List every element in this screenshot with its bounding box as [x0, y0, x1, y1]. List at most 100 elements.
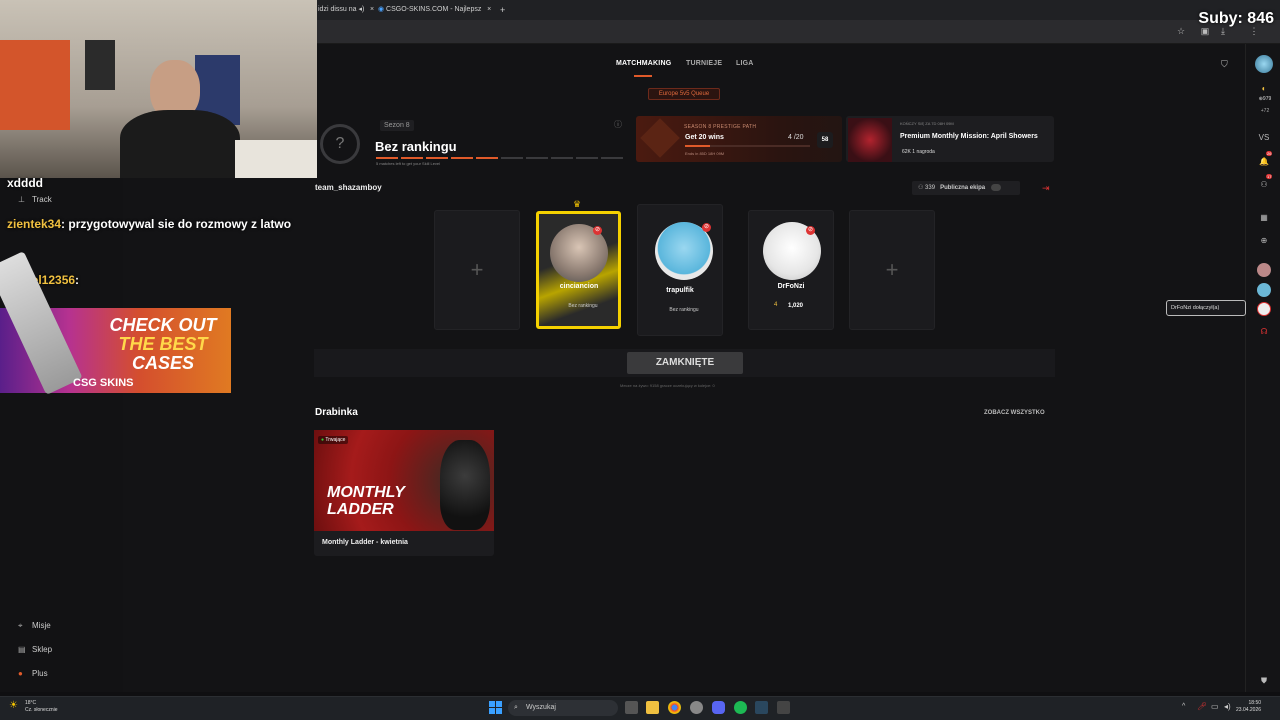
rank-progress-seg: [576, 157, 598, 159]
spotify-icon[interactable]: [734, 701, 747, 714]
friend-avatar[interactable]: [1257, 302, 1271, 316]
closed-button[interactable]: ZAMKNIĘTE: [627, 352, 743, 374]
network-icon[interactable]: ▭: [1211, 702, 1219, 711]
chrome-icon[interactable]: [668, 701, 681, 714]
shield-icon[interactable]: ⛉: [1221, 59, 1228, 70]
file-explorer-icon[interactable]: [646, 701, 659, 714]
app-icon[interactable]: [777, 701, 790, 714]
player-name: trapulfik: [666, 287, 694, 294]
sidebar-label: Sklep: [32, 645, 53, 654]
weather-text: Cz. słonecznie: [25, 707, 58, 713]
sidebar-label: Track: [32, 195, 52, 204]
live-badge: ● Trwające: [318, 436, 349, 444]
ladder-heading: Drabinka: [315, 407, 358, 418]
toggle-icon[interactable]: [990, 183, 1001, 191]
rank-progress-seg: [526, 157, 548, 159]
weather-icon: ☀: [9, 700, 18, 711]
faceit-icon: ⊘: [593, 226, 602, 235]
sidebar-item-track[interactable]: ⊥ Track: [18, 195, 52, 204]
nav-tournaments[interactable]: TURNIEJE: [686, 60, 722, 67]
rank-progress-seg: [501, 157, 523, 159]
close-icon[interactable]: ×: [483, 6, 491, 13]
bell-icon[interactable]: 🔔: [1256, 155, 1272, 169]
new-tab-icon[interactable]: +: [500, 2, 505, 18]
prestige-title: SEASON 8 PRESTIGE PATH: [684, 124, 757, 130]
player-rank: Bez rankingu: [568, 303, 598, 309]
info-icon[interactable]: ⓘ: [614, 119, 622, 130]
rank-progress-seg: [451, 157, 473, 159]
party-toggle[interactable]: ⚇ 339 Publiczna ekipa: [912, 181, 1020, 195]
faceit-icon: ⊘: [702, 223, 711, 232]
player-name: cinciancion: [559, 283, 599, 290]
logo-icon: ⛊: [1261, 676, 1267, 685]
app-icon[interactable]: [690, 701, 703, 714]
friend-avatar[interactable]: [1257, 263, 1271, 277]
rank-progress-seg: [601, 157, 623, 159]
rank-title: Bez rankingu: [375, 139, 457, 154]
live-label: Trwające: [325, 437, 346, 443]
prestige-level-badge: 58: [817, 132, 833, 148]
sidebar-item-missions[interactable]: ⌖ Misje: [18, 621, 51, 631]
exit-icon[interactable]: ⇥: [1042, 183, 1050, 194]
queue-badge[interactable]: Europe 5v5 Queue: [648, 88, 720, 100]
star-icon[interactable]: ☆: [1175, 25, 1187, 37]
taskbar-search[interactable]: ⌕ Wyszukaj: [508, 700, 618, 716]
steam-icon[interactable]: [755, 701, 768, 714]
sidebar-label: Plus: [32, 669, 48, 678]
vs-icon[interactable]: VS: [1256, 131, 1272, 145]
balance-change: +72: [1260, 108, 1270, 114]
rank-progress-seg: [551, 157, 573, 159]
nav-matchmaking[interactable]: MATCHMAKING: [616, 60, 671, 67]
taskbar: [0, 696, 1280, 720]
weather-widget[interactable]: 18°C Cz. słonecznie: [25, 700, 58, 714]
browser-tab-active[interactable]: × ◉ CSGO-SKINS.COM - Najlepsz ×: [370, 2, 491, 18]
party-icon[interactable]: ▦: [1256, 211, 1272, 225]
rank-progress-seg: [401, 157, 423, 159]
track-icon: ⊥: [18, 195, 25, 204]
invite-slot[interactable]: +: [849, 210, 935, 330]
windows-start-icon[interactable]: [489, 701, 502, 714]
speaker-image: [85, 40, 115, 90]
target-icon: ⌖: [18, 621, 23, 630]
task-view-icon[interactable]: [625, 701, 638, 714]
add-friend-icon[interactable]: ⊕: [1256, 234, 1272, 248]
subscriber-count: Suby: 846: [1198, 10, 1274, 27]
user-avatar[interactable]: [1255, 55, 1273, 73]
see-all-link[interactable]: ZOBACZ WSZYSTKO: [984, 410, 1045, 416]
mission-stats: 62K 1 nagroda: [902, 149, 935, 155]
balance-amount: 979: [1262, 96, 1272, 102]
clock-time: 18:50: [1248, 700, 1262, 706]
headset-icon[interactable]: ☊: [1256, 325, 1272, 339]
faceit-icon: ⊘: [806, 226, 815, 235]
chat-text: :: [75, 273, 80, 287]
close-icon[interactable]: ×: [370, 6, 374, 13]
ad-text: CHECK OUT THE BEST CASES: [98, 316, 228, 373]
sidebar-item-shop[interactable]: ▤ Sklep: [18, 645, 52, 654]
joined-toast: DrFoNzi dołączył(a): [1166, 300, 1246, 316]
volume-icon[interactable]: ◂): [1224, 702, 1231, 711]
mic-icon[interactable]: 🎤︎: [1197, 702, 1207, 711]
people-icon: ⚇: [918, 185, 926, 191]
friend-avatar[interactable]: [1257, 283, 1271, 297]
tray-chevron-icon[interactable]: ^: [1182, 703, 1185, 710]
rank-progress-seg: [476, 157, 498, 159]
sidebar-item-plus[interactable]: ● Plus: [18, 669, 48, 678]
chat-text: : przygotowywal sie do rozmowy z latwo: [61, 217, 292, 231]
team-name: team_shazamboy: [315, 183, 382, 192]
browser-tab[interactable]: idzi dissu na ◂): [318, 2, 364, 18]
discord-icon[interactable]: [712, 701, 725, 714]
plus-badge-icon: ●: [18, 669, 23, 678]
tab-label: idzi dissu na: [318, 6, 357, 13]
invite-slot[interactable]: +: [434, 210, 520, 330]
chat-user: zientek34: [7, 217, 62, 231]
prestige-goal: Get 20 wins: [685, 134, 724, 141]
clock[interactable]: 18:50 23.04.2026: [1236, 700, 1261, 714]
friends-icon[interactable]: ⚇: [1256, 178, 1272, 192]
chat-text: xdddd: [7, 176, 43, 190]
nav-league[interactable]: LIGA: [736, 60, 754, 67]
rank-subtitle: 5 matches left to get your Skill Level: [376, 161, 441, 166]
weather-temp: 18°C: [25, 700, 37, 706]
nav-active-underline: [634, 75, 652, 77]
mission-image: [848, 118, 892, 162]
ladder-banner-text: MONTHLY LADDER: [327, 484, 405, 518]
